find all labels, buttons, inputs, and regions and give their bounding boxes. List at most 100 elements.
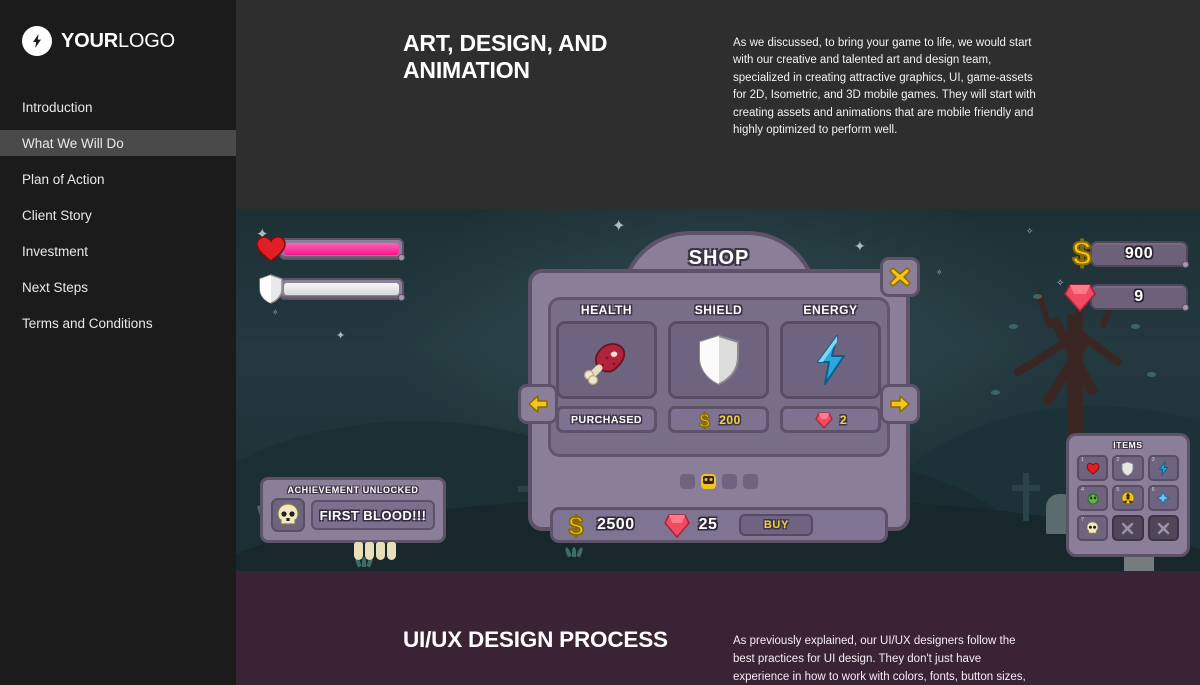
sidebar-item-introduction[interactable]: Introduction: [0, 94, 236, 120]
close-button[interactable]: [880, 257, 920, 297]
sidebar-item-label: Introduction: [22, 99, 93, 115]
art-body-text: As we discussed, to bring your game to l…: [733, 37, 1036, 137]
sidebar-item-terms-and-conditions[interactable]: Terms and Conditions: [0, 310, 236, 336]
slot-price: PURCHASED: [556, 406, 657, 433]
sparkle-icon: ✧: [936, 268, 943, 277]
x-icon: [1121, 522, 1134, 534]
gem-icon: [1064, 284, 1096, 313]
nav-gap: [0, 264, 236, 274]
item-index: 6: [1151, 487, 1155, 493]
sidebar-item-label: What We Will Do: [22, 135, 124, 151]
skull-icon: [1086, 521, 1099, 534]
shield-icon: [258, 274, 284, 304]
coin-icon: $: [699, 410, 711, 430]
snowflake-icon: [1156, 491, 1170, 505]
pagination-dot[interactable]: [743, 474, 758, 489]
achievement-icon-box: [271, 498, 305, 532]
gem-value: 9: [1134, 288, 1144, 305]
sidebar-item-client-story[interactable]: Client Story: [0, 202, 236, 228]
nav-gap: [0, 300, 236, 310]
shop-pagination: [680, 474, 758, 489]
nav-gap: [0, 192, 236, 202]
sidebar: YOURLOGO Introduction What We Will Do Pl…: [0, 0, 236, 685]
next-button[interactable]: [880, 384, 920, 424]
content-area: ART, DESIGN, AND ANIMATION As we discuss…: [236, 0, 1200, 685]
item-cell-empty[interactable]: [1147, 515, 1179, 541]
logo-secondary: LOGO: [117, 29, 175, 52]
achievement-name-plate: FIRST BLOOD!!!: [311, 500, 435, 530]
footer-coin-value: 2500: [597, 516, 635, 533]
buy-button[interactable]: BUY: [739, 514, 814, 536]
sidebar-item-plan-of-action[interactable]: Plan of Action: [0, 166, 236, 192]
shop-slot-shield[interactable]: SHIELD $ 200: [668, 303, 769, 433]
slot-price: 2: [780, 406, 881, 433]
nav-gap: [0, 156, 236, 166]
slot-price: $ 200: [668, 406, 769, 433]
svg-text:$: $: [1073, 235, 1092, 273]
page-title: ART, DESIGN, AND ANIMATION: [403, 30, 608, 84]
item-cell-poison[interactable]: 4: [1077, 485, 1109, 511]
slot-icon-box: [556, 321, 657, 399]
sidebar-item-what-we-will-do[interactable]: What We Will Do: [0, 130, 236, 156]
buy-label: BUY: [763, 519, 789, 531]
coin-counter: $ 900: [1066, 235, 1189, 273]
sidebar-item-next-steps[interactable]: Next Steps: [0, 274, 236, 300]
item-cell-lightning[interactable]: 3: [1147, 455, 1179, 481]
plate-knob: [1182, 304, 1189, 311]
item-index: 1: [1081, 457, 1085, 463]
items-grid: 1 2 3 4 5 6 7: [1069, 450, 1187, 546]
shield-icon: [1122, 461, 1134, 476]
achievement-title: ACHIEVEMENT UNLOCKED: [287, 485, 419, 495]
gem-icon: [815, 411, 833, 429]
item-cell-heart[interactable]: 1: [1077, 455, 1109, 481]
slot-label: ENERGY: [803, 303, 858, 317]
slot-price-text: PURCHASED: [570, 413, 642, 426]
achievement-name: FIRST BLOOD!!!: [319, 507, 427, 523]
slot-label: SHIELD: [694, 303, 743, 317]
item-index: 2: [1116, 457, 1120, 463]
health-bar-fill: [284, 243, 399, 255]
item-cell-shield[interactable]: 2: [1112, 455, 1144, 481]
sparkle-icon: ✧: [272, 308, 279, 317]
shop-slot-energy[interactable]: ENERGY 2: [780, 303, 881, 433]
achievement-toast: ACHIEVEMENT UNLOCKED FIRST BLOOD!!!: [260, 477, 446, 543]
shield-icon: [698, 334, 739, 386]
pagination-dot-active[interactable]: [701, 474, 716, 489]
logo[interactable]: YOURLOGO: [0, 0, 236, 56]
item-cell-skull[interactable]: 7: [1077, 515, 1109, 541]
pagination-dot[interactable]: [680, 474, 695, 489]
coin-icon: $: [1072, 235, 1093, 273]
game-ui-showcase: ✦ ✦ ✧ ✦ ✦ ✧ ✧ ✧ ✧: [236, 209, 1200, 571]
slot-price-text: 200: [719, 412, 741, 427]
slot-icon-box: [780, 321, 881, 399]
item-index: 4: [1081, 487, 1085, 493]
skull-icon: [277, 503, 299, 525]
shop-panel: SHOP HEALTH PURCHASED SHIELD $ 200 ENERG…: [518, 231, 920, 547]
sidebar-item-investment[interactable]: Investment: [0, 238, 236, 264]
uiux-body-text: As previously explained, our UI/UX desig…: [733, 635, 1026, 683]
scene-bones: [354, 542, 396, 560]
gem-icon: [663, 513, 690, 538]
item-index: 7: [1081, 517, 1085, 523]
heart-icon: [256, 235, 286, 263]
x-icon: [1157, 522, 1170, 534]
item-cell-empty[interactable]: [1112, 515, 1144, 541]
achievement-row: FIRST BLOOD!!!: [263, 495, 443, 532]
pagination-dot[interactable]: [722, 474, 737, 489]
slot-label: HEALTH: [580, 303, 633, 317]
sidebar-item-label: Client Story: [22, 207, 92, 223]
item-cell-radiation[interactable]: 5: [1112, 485, 1144, 511]
skull-icon: [703, 476, 714, 484]
shield-bar-track: [279, 278, 405, 301]
shop-slot-health[interactable]: HEALTH PURCHASED: [556, 303, 657, 433]
coin-value: 900: [1124, 245, 1154, 262]
section-uiux-design-process: UI/UX DESIGN PROCESS As previously expla…: [236, 571, 1200, 685]
sparkle-icon: ✧: [1026, 226, 1034, 236]
prev-button[interactable]: [518, 384, 558, 424]
slot-price-text: 2: [839, 412, 848, 427]
lightning-icon: [816, 335, 845, 385]
arrow-right-icon: [890, 395, 910, 413]
sidebar-item-label: Investment: [22, 243, 89, 259]
footer-gem-value: 25: [698, 516, 718, 533]
item-cell-snowflake[interactable]: 6: [1147, 485, 1179, 511]
